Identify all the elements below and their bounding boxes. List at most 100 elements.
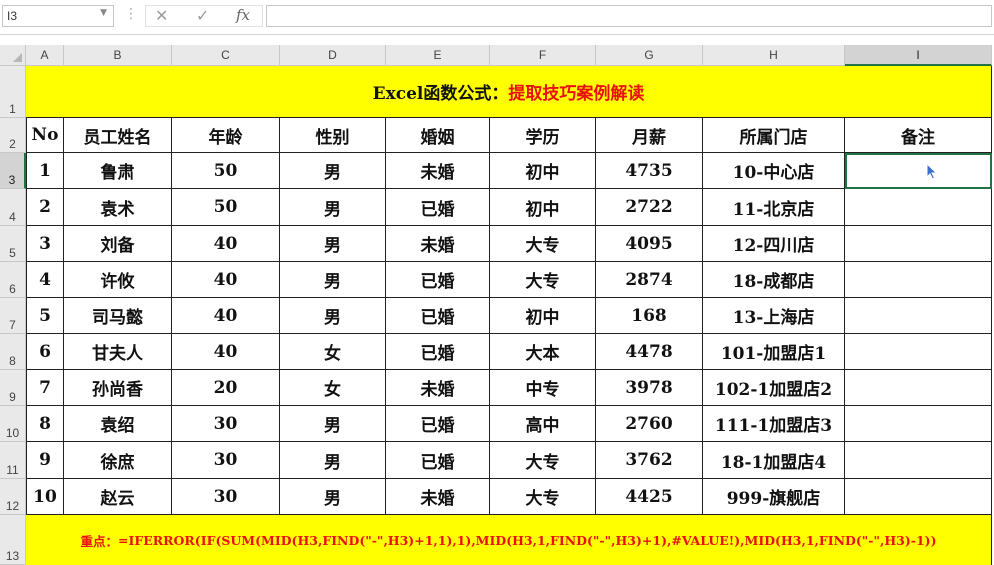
table-cell[interactable]: 女 bbox=[280, 334, 386, 370]
table-cell[interactable] bbox=[845, 479, 992, 515]
table-cell[interactable]: 袁术 bbox=[64, 189, 172, 226]
table-cell[interactable] bbox=[845, 262, 992, 298]
table-cell[interactable]: 2 bbox=[26, 189, 64, 226]
sheet-title-cell[interactable]: Excel函数公式： 提取技巧案例解读 bbox=[26, 66, 992, 118]
table-cell[interactable]: 30 bbox=[172, 406, 280, 442]
table-cell[interactable]: 4095 bbox=[596, 226, 703, 262]
table-cell[interactable]: 5 bbox=[26, 298, 64, 334]
table-cell[interactable]: 2722 bbox=[596, 189, 703, 226]
table-cell[interactable]: 袁绍 bbox=[64, 406, 172, 442]
column-header-i[interactable]: I bbox=[845, 45, 992, 66]
table-cell[interactable]: 男 bbox=[280, 479, 386, 515]
table-cell[interactable]: 18-1加盟店4 bbox=[703, 442, 845, 479]
row-header-13[interactable]: 13 bbox=[0, 515, 26, 565]
table-cell[interactable]: 13-上海店 bbox=[703, 298, 845, 334]
table-cell[interactable]: 已婚 bbox=[386, 334, 490, 370]
enter-icon[interactable]: ✓ bbox=[196, 6, 209, 25]
header-cell[interactable]: 所属门店 bbox=[703, 118, 845, 153]
table-cell[interactable]: 司马懿 bbox=[64, 298, 172, 334]
table-cell[interactable]: 男 bbox=[280, 226, 386, 262]
column-header-f[interactable]: F bbox=[490, 45, 596, 66]
table-cell[interactable]: 已婚 bbox=[386, 442, 490, 479]
table-cell[interactable]: 男 bbox=[280, 153, 386, 189]
table-cell[interactable]: 10 bbox=[26, 479, 64, 515]
table-cell[interactable] bbox=[845, 406, 992, 442]
table-cell[interactable] bbox=[845, 153, 992, 189]
table-cell[interactable]: 3762 bbox=[596, 442, 703, 479]
column-header-c[interactable]: C bbox=[172, 45, 280, 66]
table-cell[interactable]: 12-四川店 bbox=[703, 226, 845, 262]
row-header-11[interactable]: 11 bbox=[0, 442, 26, 479]
cancel-icon[interactable]: ✕ bbox=[155, 6, 168, 25]
table-cell[interactable]: 7 bbox=[26, 370, 64, 406]
chevron-down-icon[interactable]: ▼ bbox=[100, 8, 107, 18]
table-cell[interactable]: 大本 bbox=[490, 334, 596, 370]
table-cell[interactable] bbox=[845, 370, 992, 406]
table-cell[interactable] bbox=[845, 298, 992, 334]
table-cell[interactable]: 男 bbox=[280, 262, 386, 298]
table-cell[interactable]: 40 bbox=[172, 262, 280, 298]
table-cell[interactable]: 9 bbox=[26, 442, 64, 479]
table-cell[interactable]: 999-旗舰店 bbox=[703, 479, 845, 515]
table-cell[interactable]: 6 bbox=[26, 334, 64, 370]
table-cell[interactable]: 40 bbox=[172, 334, 280, 370]
row-header-9[interactable]: 9 bbox=[0, 370, 26, 406]
row-header-1[interactable]: 1 bbox=[0, 66, 26, 118]
table-cell[interactable]: 赵云 bbox=[64, 479, 172, 515]
table-cell[interactable]: 8 bbox=[26, 406, 64, 442]
column-header-d[interactable]: D bbox=[280, 45, 386, 66]
table-cell[interactable]: 1 bbox=[26, 153, 64, 189]
table-cell[interactable]: 30 bbox=[172, 479, 280, 515]
table-cell[interactable]: 2760 bbox=[596, 406, 703, 442]
table-cell[interactable] bbox=[845, 442, 992, 479]
table-cell[interactable]: 168 bbox=[596, 298, 703, 334]
row-header-4[interactable]: 4 bbox=[0, 189, 26, 226]
column-header-a[interactable]: A bbox=[26, 45, 64, 66]
table-cell[interactable]: 20 bbox=[172, 370, 280, 406]
table-cell[interactable]: 大专 bbox=[490, 226, 596, 262]
table-cell[interactable]: 111-1加盟店3 bbox=[703, 406, 845, 442]
table-cell[interactable]: 许攸 bbox=[64, 262, 172, 298]
table-cell[interactable]: 徐庶 bbox=[64, 442, 172, 479]
table-cell[interactable]: 未婚 bbox=[386, 226, 490, 262]
table-cell[interactable]: 甘夫人 bbox=[64, 334, 172, 370]
row-header-8[interactable]: 8 bbox=[0, 334, 26, 370]
insert-function-icon[interactable]: fx bbox=[236, 6, 250, 24]
header-cell[interactable]: 学历 bbox=[490, 118, 596, 153]
header-cell[interactable]: 员工姓名 bbox=[64, 118, 172, 153]
table-cell[interactable]: 未婚 bbox=[386, 153, 490, 189]
row-header-3[interactable]: 3 bbox=[0, 153, 26, 189]
table-cell[interactable]: 3978 bbox=[596, 370, 703, 406]
column-header-h[interactable]: H bbox=[703, 45, 845, 66]
table-cell[interactable]: 4735 bbox=[596, 153, 703, 189]
table-cell[interactable]: 4478 bbox=[596, 334, 703, 370]
column-header-e[interactable]: E bbox=[386, 45, 490, 66]
table-cell[interactable]: 男 bbox=[280, 442, 386, 479]
header-cell[interactable]: 性别 bbox=[280, 118, 386, 153]
table-cell[interactable]: 40 bbox=[172, 226, 280, 262]
table-cell[interactable] bbox=[845, 226, 992, 262]
table-cell[interactable]: 50 bbox=[172, 153, 280, 189]
name-box[interactable]: I3 ▼ bbox=[2, 5, 114, 27]
table-cell[interactable]: 已婚 bbox=[386, 406, 490, 442]
table-cell[interactable]: 30 bbox=[172, 442, 280, 479]
header-cell[interactable]: 备注 bbox=[845, 118, 992, 153]
formula-note-cell[interactable]: 重点： =IFERROR(IF(SUM(MID(H3,FIND("-",H3)+1… bbox=[26, 515, 992, 565]
row-header-5[interactable]: 5 bbox=[0, 226, 26, 262]
table-cell[interactable]: 4 bbox=[26, 262, 64, 298]
table-cell[interactable]: 已婚 bbox=[386, 262, 490, 298]
row-header-7[interactable]: 7 bbox=[0, 298, 26, 334]
table-cell[interactable]: 鲁肃 bbox=[64, 153, 172, 189]
table-cell[interactable]: 初中 bbox=[490, 153, 596, 189]
column-header-g[interactable]: G bbox=[596, 45, 703, 66]
table-cell[interactable]: 10-中心店 bbox=[703, 153, 845, 189]
table-cell[interactable]: 已婚 bbox=[386, 298, 490, 334]
column-header-b[interactable]: B bbox=[64, 45, 172, 66]
table-cell[interactable]: 孙尚香 bbox=[64, 370, 172, 406]
table-cell[interactable] bbox=[845, 334, 992, 370]
row-header-6[interactable]: 6 bbox=[0, 262, 26, 298]
table-cell[interactable] bbox=[845, 189, 992, 226]
table-cell[interactable]: 大专 bbox=[490, 262, 596, 298]
drag-handle-icon[interactable]: ⋮ bbox=[124, 6, 138, 22]
header-cell[interactable]: No bbox=[26, 118, 64, 153]
